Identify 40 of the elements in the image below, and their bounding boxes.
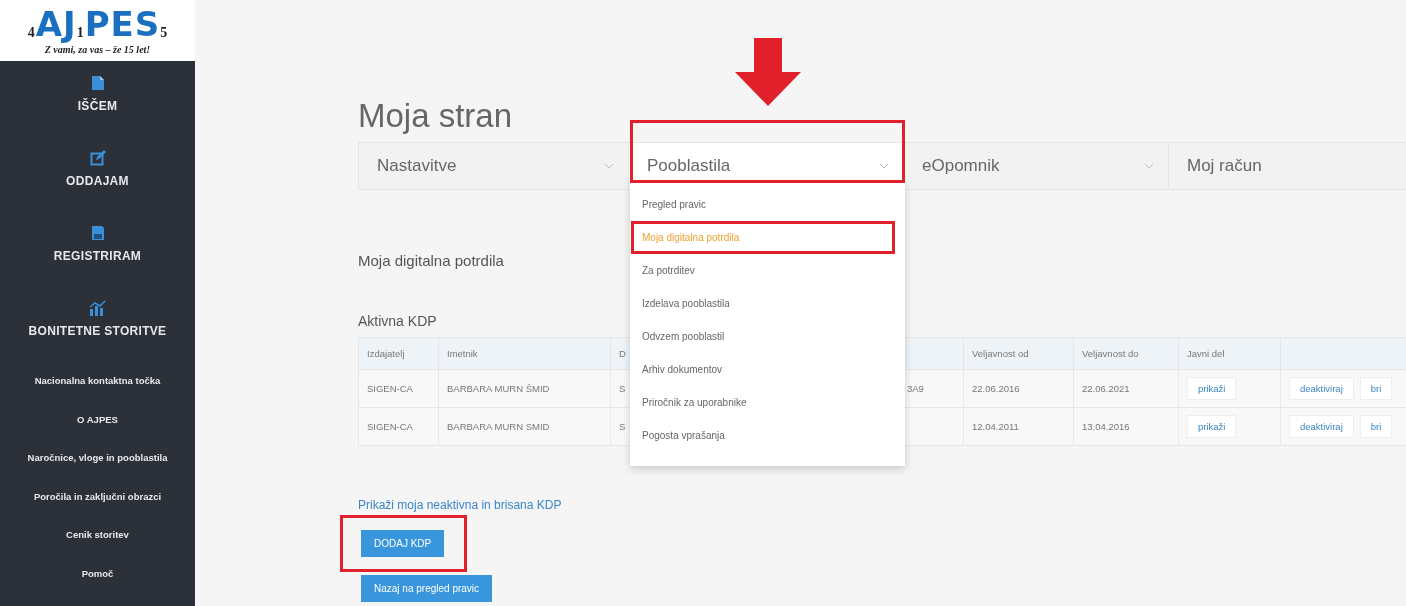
sidebar-item[interactable]: BONITETNE STORITVE bbox=[28, 324, 167, 338]
column-header: Javni del bbox=[1179, 338, 1281, 369]
table-cell: SIGEN-CA bbox=[359, 408, 439, 445]
primary-button[interactable]: Nazaj na pregled pravic bbox=[361, 575, 493, 602]
dropdown-item[interactable]: Za potrditev bbox=[630, 254, 905, 287]
sidebar-link[interactable]: Pomoč bbox=[81, 567, 114, 606]
sidebar-link[interactable]: Naročnice, vloge in pooblastila bbox=[27, 452, 168, 491]
table-title: Aktivna KDP bbox=[358, 313, 438, 329]
primary-button[interactable]: DODAJ KDP bbox=[361, 530, 445, 557]
edit-icon bbox=[89, 150, 106, 166]
table-cell: 13.04.2016 bbox=[1074, 408, 1179, 445]
document-icon bbox=[90, 75, 105, 91]
column-header: Imetnik bbox=[439, 338, 611, 369]
column-header: Veljavnost od bbox=[964, 338, 1074, 369]
dropdown-item[interactable]: Pregled pravic bbox=[630, 188, 905, 221]
sidebar-item[interactable]: IŠČEM bbox=[77, 99, 118, 113]
page-title: Moja stran bbox=[358, 96, 514, 136]
action-button[interactable]: bri bbox=[1359, 377, 1393, 400]
sidebar-link[interactable]: O AJPES bbox=[77, 413, 118, 452]
sidebar-item[interactable]: ODDAJAM bbox=[66, 174, 129, 188]
floppy-icon bbox=[90, 225, 105, 241]
logo[interactable]: 4AJ 1 PES 5 Z vami, za vas – že 15 let! bbox=[0, 0, 195, 61]
sidebar-link[interactable]: Poročila in zaključni obrazci bbox=[33, 490, 162, 529]
nav-tab[interactable]: Moj račun bbox=[1169, 143, 1406, 189]
action-button[interactable]: bri bbox=[1359, 415, 1393, 438]
column-header: Izdajatelj bbox=[359, 338, 439, 369]
sidebar-link[interactable]: Nacionalna kontaktna točka bbox=[34, 375, 161, 414]
show-button[interactable]: prikaži bbox=[1187, 377, 1237, 400]
sidebar-item[interactable]: REGISTRIRAM bbox=[53, 249, 142, 263]
show-button[interactable]: prikaži bbox=[1187, 415, 1237, 438]
table-cell: BARBARA MURN SMID bbox=[439, 408, 611, 445]
action-button[interactable]: deaktiviraj bbox=[1289, 415, 1354, 438]
dropdown-item[interactable]: Izdelava pooblastila bbox=[630, 287, 905, 320]
column-header: Veljavnost do bbox=[1074, 338, 1179, 369]
dropdown-item[interactable]: Odvzem pooblastil bbox=[630, 320, 905, 353]
chart-icon bbox=[88, 300, 107, 316]
table-cell: 12.04.2011 bbox=[964, 408, 1074, 445]
sidebar-link[interactable]: Cenik storitev bbox=[66, 529, 129, 568]
action-button[interactable]: deaktiviraj bbox=[1289, 377, 1354, 400]
section-title: Moja digitalna potrdila bbox=[358, 252, 505, 269]
